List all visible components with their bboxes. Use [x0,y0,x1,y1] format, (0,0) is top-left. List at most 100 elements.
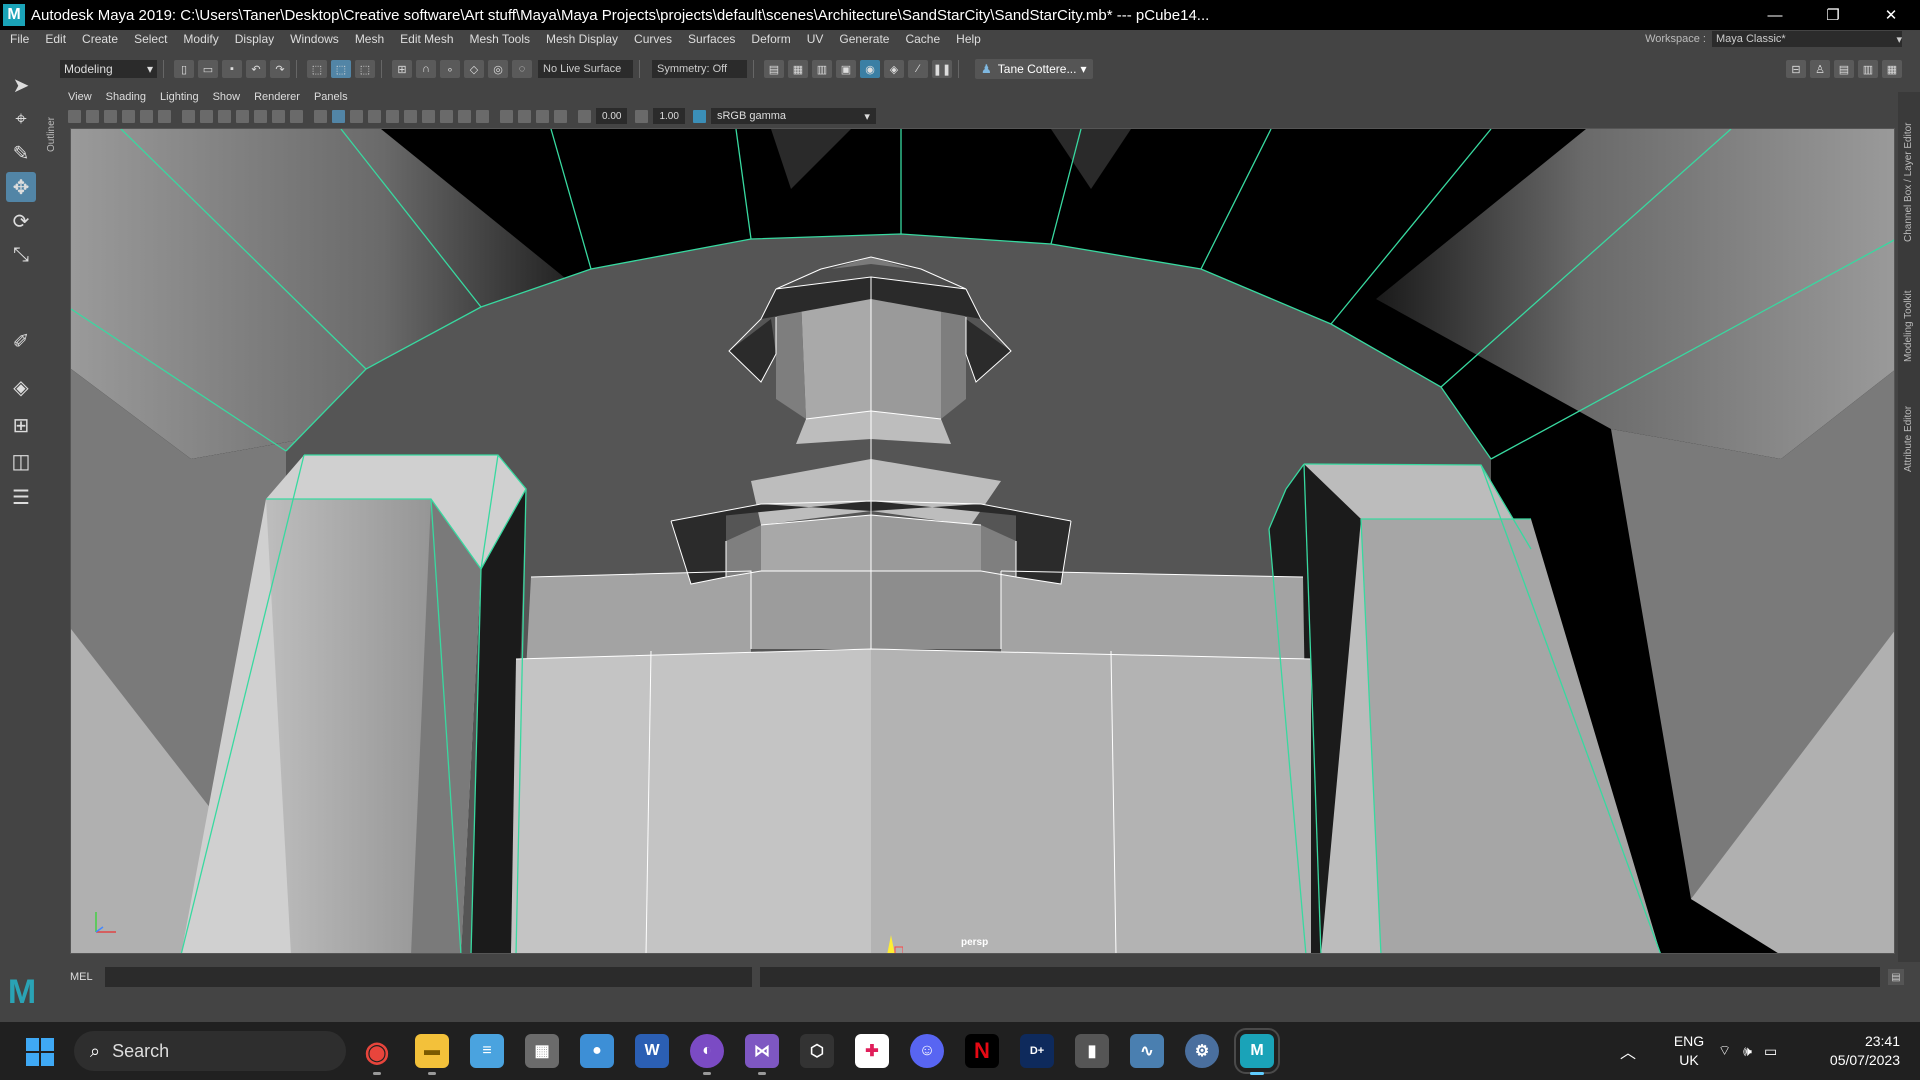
arnold-render-icon[interactable]: ◉ [860,60,880,78]
two-pane-layout-icon[interactable]: ◫ [6,446,36,476]
use-all-lights-icon[interactable] [386,109,399,123]
clock[interactable]: 23:41 05/07/2023 [1810,1032,1900,1070]
new-scene-icon[interactable]: ▯ [174,60,194,78]
disney-plus-icon[interactable]: D+ [1020,1034,1054,1068]
gamma-icon[interactable] [635,109,649,123]
live-surface-field[interactable]: No Live Surface [538,60,633,78]
select-object-icon[interactable]: ⬚ [331,60,351,78]
netflix-icon[interactable]: N [965,1034,999,1068]
motion-blur-icon[interactable] [440,109,453,123]
tool-settings-icon[interactable]: ▥ [1858,60,1878,78]
snap-projected-icon[interactable]: ◇ [464,60,484,78]
user-account-button[interactable]: ♟ Tane Cottere... ▾ [975,59,1093,79]
menu-modify[interactable]: Modify [175,32,226,46]
snap-point-icon[interactable]: ∘ [440,60,460,78]
menu-edit-mesh[interactable]: Edit Mesh [392,32,461,46]
attribute-editor-icon[interactable]: ▤ [1834,60,1854,78]
exposure-field[interactable]: 0.00 [596,108,628,124]
grid-icon[interactable] [182,109,195,123]
select-camera-icon[interactable] [68,109,81,123]
minimize-button[interactable]: — [1746,0,1804,30]
channel-box-icon[interactable]: ▦ [1882,60,1902,78]
command-input[interactable] [105,967,752,987]
bookmarks-icon[interactable] [104,109,117,123]
modeling-toolkit-tab[interactable]: Modeling Toolkit [1903,262,1914,362]
calculator-icon[interactable]: ▦ [525,1034,559,1068]
last-tool-icon[interactable]: ✐ [6,326,36,356]
ipr-render-icon[interactable]: ▥ [812,60,832,78]
textured-icon[interactable] [368,109,381,123]
menu-file[interactable]: File [0,32,37,46]
field-chart-icon[interactable] [254,109,267,123]
xray-components-icon[interactable] [554,109,567,123]
view-transform-dropdown[interactable]: sRGB gamma ▾ [710,108,876,124]
outliner-tab[interactable]: Outliner [46,92,60,152]
menu-generate[interactable]: Generate [831,32,897,46]
menu-select[interactable]: Select [126,32,175,46]
xray-icon[interactable] [518,109,531,123]
grease-pencil-icon[interactable] [158,109,171,123]
pause-viewport-icon[interactable]: ❚❚ [932,60,952,78]
gamma-field[interactable]: 1.00 [653,108,685,124]
attribute-editor-tab[interactable]: Attribute Editor [1903,382,1914,472]
menu-display[interactable]: Display [227,32,282,46]
select-component-icon[interactable]: ⬚ [355,60,375,78]
menu-windows[interactable]: Windows [282,32,347,46]
move-tool-icon[interactable]: ✥ [6,172,36,202]
snap-grid-icon[interactable]: ⊞ [392,60,412,78]
wifi-icon[interactable]: ⌔ [1718,1042,1731,1060]
paint-icon[interactable]: ● [580,1034,614,1068]
render-setup-icon[interactable]: ⁄ [908,60,928,78]
rotate-tool-icon[interactable]: ⟳ [6,206,36,236]
menu-mesh-tools[interactable]: Mesh Tools [462,32,538,46]
unity-icon[interactable]: ⬡ [800,1034,834,1068]
safe-action-icon[interactable] [272,109,285,123]
panel-menu-lighting[interactable]: Lighting [160,91,199,103]
menu-edit[interactable]: Edit [37,32,74,46]
menu-set-dropdown[interactable]: Modeling ▾ [60,60,157,78]
channel-box-tab[interactable]: Channel Box / Layer Editor [1903,102,1914,242]
wireframe-icon[interactable] [314,109,327,123]
word-icon[interactable]: W [635,1034,669,1068]
color-management-icon[interactable] [692,109,706,123]
workspace-dropdown[interactable]: Maya Classic* ▾ [1712,31,1902,47]
language-indicator[interactable]: ENG UK [1664,1032,1714,1070]
menu-cache[interactable]: Cache [897,32,948,46]
windows-start-icon[interactable] [26,1038,54,1066]
script-editor-icon[interactable]: ▤ [1888,969,1904,985]
menu-surfaces[interactable]: Surfaces [680,32,743,46]
maya-taskbar-icon[interactable]: M [1234,1028,1280,1075]
microphone-icon[interactable]: ▮ [1075,1034,1109,1068]
select-tool-icon[interactable]: ➤ [6,70,36,100]
scale-tool-icon[interactable]: ⤡ [6,240,36,270]
camera-attributes-icon[interactable] [86,109,99,123]
depth-of-field-icon[interactable] [476,109,489,123]
image-plane-icon[interactable] [122,109,135,123]
github-icon[interactable]: ◐ [690,1034,724,1075]
mel-label[interactable]: MEL [70,971,93,983]
character-controls-icon[interactable]: ♙ [1810,60,1830,78]
symmetry-dropdown[interactable]: Symmetry: Off [652,60,747,78]
paint-select-tool-icon[interactable]: ✎ [6,138,36,168]
render-view-icon[interactable]: ▣ [836,60,856,78]
resolution-gate-icon[interactable] [218,109,231,123]
monitor-app-icon[interactable]: ∿ [1130,1034,1164,1068]
panel-menu-panels[interactable]: Panels [314,91,348,103]
discord-icon[interactable]: ☺ [910,1034,944,1068]
menu-help[interactable]: Help [948,32,989,46]
menu-uv[interactable]: UV [799,32,832,46]
gate-mask-icon[interactable] [236,109,249,123]
smooth-shade-icon[interactable] [332,109,345,123]
panel-menu-view[interactable]: View [68,91,92,103]
modeling-toolkit-icon[interactable]: ⊟ [1786,60,1806,78]
redo-icon[interactable]: ↷ [270,60,290,78]
perspective-viewport[interactable]: persp [70,128,1895,954]
file-explorer-icon[interactable]: ▬ [415,1034,449,1075]
menu-create[interactable]: Create [74,32,126,46]
close-button[interactable]: ✕ [1862,0,1920,30]
four-view-layout-icon[interactable]: ⊞ [6,410,36,440]
single-perspective-layout-icon[interactable]: ◈ [6,372,36,402]
visual-studio-icon[interactable]: ⋈ [745,1034,779,1075]
panel-menu-show[interactable]: Show [213,91,241,103]
menu-deform[interactable]: Deform [743,32,798,46]
